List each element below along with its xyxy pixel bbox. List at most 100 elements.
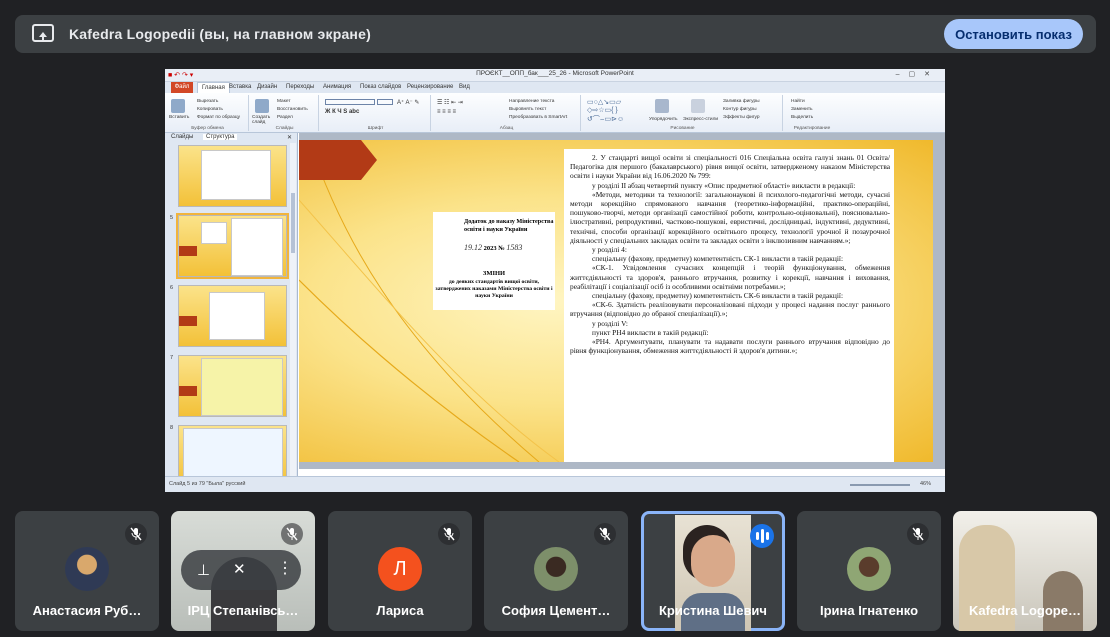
paragraph: «СК-6. Здатність реалізовувати персоналі…: [570, 300, 890, 319]
participant-tile[interactable]: София Цемент…: [484, 511, 628, 631]
slides-group-label: Слайды: [275, 126, 294, 131]
editing-group-label: Редактирование: [793, 126, 831, 131]
slide-thumbnail-selected[interactable]: 5: [167, 213, 295, 279]
layout-button[interactable]: Макет: [277, 99, 291, 104]
slide-number: 6: [170, 285, 174, 291]
font-size-field[interactable]: [377, 99, 393, 105]
tab-file[interactable]: Файл: [171, 82, 193, 93]
paragraph: «РН4. Аргументувати, планувати та надава…: [570, 337, 890, 356]
clipboard-group-label: Буфер обмена: [191, 126, 224, 131]
slide-editing-area: Додаток до наказу Міністерства освіти і …: [299, 133, 945, 469]
arrange-icon[interactable]: [655, 99, 669, 113]
text-direction-button[interactable]: Направление текста: [509, 99, 554, 104]
list-buttons-icon[interactable]: ☰ ☷ ⇤ ⇥: [437, 99, 463, 106]
slide-thumbnail[interactable]: [167, 145, 295, 209]
participant-tile-speaking[interactable]: Кристина Шевич: [641, 511, 785, 631]
shape-effects-button[interactable]: Эффекты фигур: [723, 115, 760, 120]
mic-off-icon: [594, 523, 616, 545]
tab-transitions[interactable]: Переходы: [286, 84, 314, 90]
slide-thumbnail[interactable]: 6: [167, 285, 295, 349]
presenter-title: Kafedra Logopedii (вы, на главном экране…: [69, 26, 371, 42]
shapes-gallery-icon[interactable]: ▭○△↘▭▱ ◇⇨☆▭{ } ↺⌒⌢▭⊳☺: [587, 98, 624, 124]
slide-number: 5: [170, 215, 174, 221]
mic-off-icon: [907, 523, 929, 545]
avatar: [847, 547, 891, 591]
tile-controls[interactable]: ⊥ ✕ ⋮: [181, 550, 301, 590]
align-text-button[interactable]: Выровнять текст: [509, 107, 546, 112]
align-buttons-icon[interactable]: ≡ ≡ ≡ ≡: [437, 109, 456, 115]
participant-tile[interactable]: Анастасия Руб…: [15, 511, 159, 631]
smartart-button[interactable]: Преобразовать в SmartArt: [509, 115, 567, 120]
tab-slides-pane[interactable]: Слайды: [171, 134, 193, 140]
select-button[interactable]: Выделить: [791, 115, 813, 120]
tab-review[interactable]: Рецензирование: [407, 84, 453, 90]
paragraph: у розділі 4:: [592, 245, 627, 255]
drawing-group-label: Рисование: [670, 126, 695, 131]
format-painter-button[interactable]: Формат по образцу: [197, 115, 240, 120]
slide-text-box[interactable]: 2. У стандарті вищої освіти зі спеціальн…: [564, 149, 894, 462]
reset-button[interactable]: Восстановить: [277, 107, 308, 112]
new-slide-button[interactable]: Создать слайд: [252, 115, 274, 125]
cut-button[interactable]: Вырезать: [197, 99, 218, 104]
tab-view[interactable]: Вид: [459, 84, 470, 90]
bold-italic-underline-icons[interactable]: Ж К Ч S abc: [325, 109, 359, 115]
shape-outline-button[interactable]: Контур фигуры: [723, 107, 757, 112]
shared-screen: ■ ↶ ↷ ▾ ПРОЄКТ__ОПП_бак___25_26 - Micros…: [165, 69, 945, 492]
find-button[interactable]: Найти: [791, 99, 805, 104]
font-group: Ж К Ч S abc A⁺ A⁻ ✎ Шрифт: [321, 95, 431, 131]
paragraph-group: ☰ ☷ ⇤ ⇥ ≡ ≡ ≡ ≡ Направление текста Выров…: [433, 95, 581, 131]
more-options-icon[interactable]: ⋮: [277, 558, 293, 578]
paste-button[interactable]: Вставить: [169, 115, 189, 120]
mic-off-icon[interactable]: ✕: [233, 560, 246, 578]
window-controls-icon[interactable]: –▢✕: [896, 70, 939, 78]
participant-tile[interactable]: Л Лариса: [328, 511, 472, 631]
replace-button[interactable]: Заменить: [791, 107, 813, 112]
zoom-level[interactable]: 46%: [920, 481, 931, 487]
order-header-box: Додаток до наказу Міністерства освіти і …: [433, 212, 555, 310]
tab-slideshow[interactable]: Показ слайдов: [360, 84, 401, 90]
avatar: Л: [378, 547, 422, 591]
tab-animations[interactable]: Анимация: [323, 84, 351, 90]
stop-presenting-button[interactable]: Остановить показ: [944, 19, 1083, 49]
close-pane-icon[interactable]: ✕: [287, 134, 292, 141]
pin-icon[interactable]: ⊥: [197, 561, 210, 579]
section-button[interactable]: Раздел: [277, 115, 293, 120]
shape-fill-button[interactable]: Заливка фигуры: [723, 99, 760, 104]
participant-name: Лариса: [376, 603, 424, 618]
participant-tile[interactable]: ⊥ ✕ ⋮ ІРЦ Степанівсь…: [171, 511, 315, 631]
quick-styles-icon[interactable]: [691, 99, 705, 113]
ribbon-tabs: Файл Главная Вставка Дизайн Переходы Ани…: [165, 82, 945, 93]
slide-canvas[interactable]: Додаток до наказу Міністерства освіти і …: [299, 140, 933, 462]
slide-number: 7: [170, 355, 174, 361]
order-number: 1583: [506, 243, 523, 252]
clipboard-group: Вставить Вырезать Копировать Формат по о…: [167, 95, 249, 131]
pane-scrollbar[interactable]: [290, 143, 296, 483]
font-group-label: Шрифт: [367, 126, 384, 131]
ppt-window-title: ПРОЄКТ__ОПП_бак___25_26 - Microsoft Powe…: [476, 70, 634, 77]
tab-home[interactable]: Главная: [197, 82, 230, 93]
tab-outline-pane[interactable]: Структура: [203, 134, 238, 140]
paragraph: «Методи, методики та технології: загальн…: [570, 189, 890, 245]
participant-name: София Цемент…: [501, 603, 611, 618]
tab-insert[interactable]: Вставка: [229, 84, 251, 90]
copy-button[interactable]: Копировать: [197, 107, 223, 112]
font-name-field[interactable]: [325, 99, 375, 105]
tab-design[interactable]: Дизайн: [257, 84, 277, 90]
paste-icon[interactable]: [171, 99, 185, 113]
zoom-slider[interactable]: [850, 484, 910, 486]
participant-tile[interactable]: Kafedra Logope…: [953, 511, 1097, 631]
participant-tile[interactable]: Ірина Ігнатенко: [797, 511, 941, 631]
order-year-no: 2023 №: [483, 245, 505, 252]
paragraph: спеціальну (фахову, предметну) компетент…: [592, 254, 843, 264]
slides-group: Создать слайд Макет Восстановить Раздел …: [251, 95, 319, 131]
avatar: [534, 547, 578, 591]
slide-thumbnail[interactable]: 7: [167, 355, 295, 419]
arrange-button[interactable]: Упорядочить: [649, 117, 678, 122]
new-slide-icon[interactable]: [255, 99, 269, 113]
participant-name: ІРЦ Степанівсь…: [187, 603, 299, 618]
paragraph: пункт РН4 викласти в такій редакції:: [592, 327, 709, 337]
quick-styles-button[interactable]: Экспресс-стили: [683, 117, 718, 122]
font-size-buttons-icon[interactable]: A⁺ A⁻ ✎: [397, 99, 419, 106]
participant-name: Кристина Шевич: [659, 603, 767, 618]
paragraph: «СК-1. Усвідомлення сучасних концепцій і…: [570, 263, 890, 291]
